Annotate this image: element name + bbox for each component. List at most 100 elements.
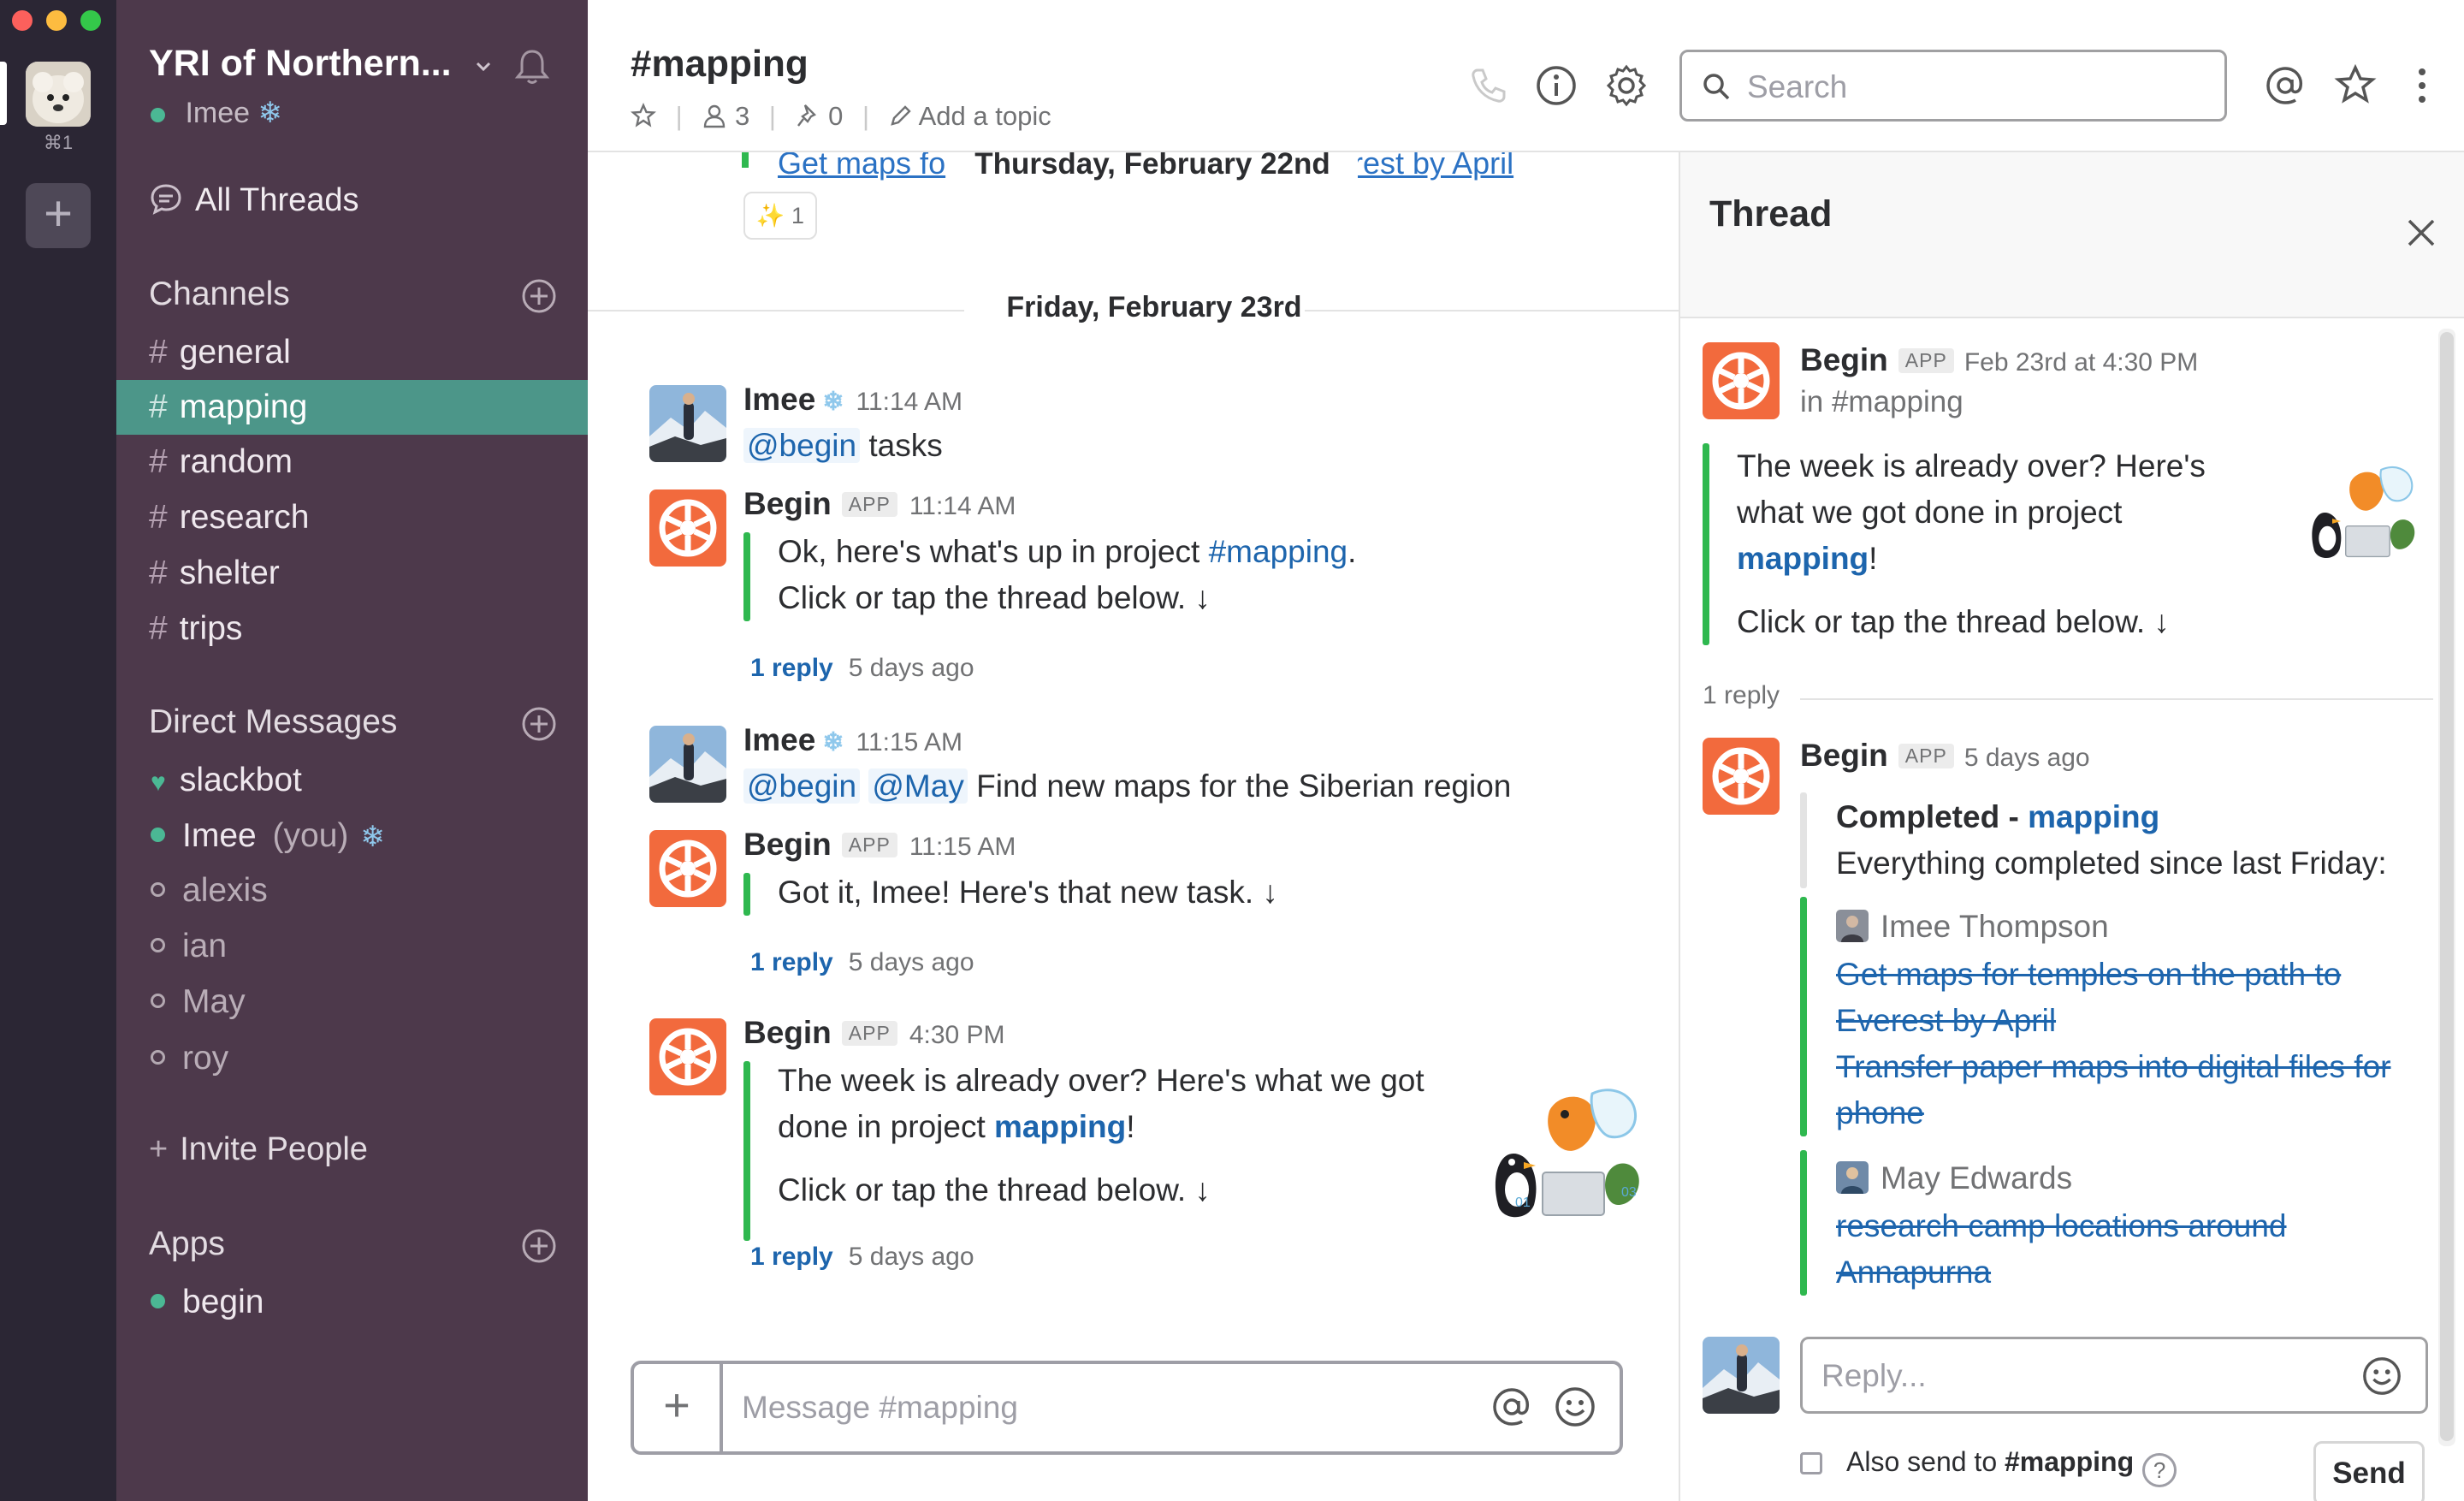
member-count[interactable]: 3	[735, 101, 749, 131]
team-name[interactable]: YRI of Northern...	[149, 43, 452, 85]
at-icon[interactable]	[2263, 63, 2307, 108]
reaction-badge[interactable]: ✨ 1	[743, 192, 817, 240]
sidebar-channel-trips[interactable]: # trips	[116, 602, 588, 656]
scrollbar-thumb[interactable]	[2440, 332, 2454, 1441]
author-name[interactable]: Begin	[743, 486, 832, 521]
app-begin[interactable]: begin	[116, 1275, 588, 1330]
begin-logo-icon[interactable]	[649, 830, 726, 907]
reply-count-link[interactable]: 1 reply	[750, 654, 833, 682]
plus-circle-icon[interactable]	[520, 705, 558, 743]
project-link[interactable]: mapping	[2028, 799, 2159, 834]
author-name[interactable]: Begin	[743, 1015, 832, 1050]
add-topic-link[interactable]: Add a topic	[919, 101, 1051, 131]
close-window-button[interactable]	[12, 10, 33, 31]
message-author[interactable]: Begin APP 4:30 PM	[743, 1015, 1005, 1051]
zoom-window-button[interactable]	[80, 10, 101, 31]
channels-header[interactable]: Channels	[149, 276, 290, 313]
reply-input[interactable]: Reply...	[1800, 1337, 2428, 1414]
message-composer[interactable]: + Message #mapping	[631, 1361, 1623, 1455]
message-time[interactable]: 5 days ago	[1964, 744, 2090, 772]
at-icon[interactable]	[1490, 1385, 1534, 1429]
thread-channel[interactable]: in #mapping	[1800, 385, 1964, 419]
begin-logo-icon[interactable]	[1703, 738, 1780, 815]
workspace-avatar[interactable]	[26, 62, 91, 127]
author-name[interactable]: Begin	[1800, 342, 1888, 377]
completed-task-link[interactable]: phone	[1836, 1090, 1924, 1136]
avatar[interactable]	[649, 726, 726, 803]
person-icon[interactable]	[702, 103, 727, 128]
mention-link[interactable]: @May	[868, 768, 968, 804]
completed-task-link[interactable]: Get maps for temples on the path to	[1836, 952, 2341, 998]
current-user[interactable]: Imee ❄	[151, 96, 282, 130]
begin-logo-icon[interactable]	[649, 1018, 726, 1095]
search-input[interactable]: Search	[1679, 50, 2227, 122]
plus-circle-icon[interactable]	[520, 1227, 558, 1265]
dm-alexis[interactable]: alexis	[116, 863, 588, 918]
completed-task-link[interactable]: Everest by April	[1836, 998, 2056, 1044]
dm-may[interactable]: May	[116, 975, 588, 1029]
emoji-icon[interactable]	[2360, 1355, 2403, 1397]
add-workspace-button[interactable]: +	[26, 183, 91, 248]
author-name[interactable]: Imee	[743, 382, 815, 417]
more-vertical-icon[interactable]	[2400, 63, 2444, 108]
begin-logo-icon[interactable]	[649, 489, 726, 567]
chevron-down-icon[interactable]	[474, 56, 493, 75]
pin-icon[interactable]	[796, 103, 821, 128]
message-author[interactable]: Imee ❄ 11:15 AM	[743, 722, 962, 758]
also-send-checkbox[interactable]	[1800, 1452, 1822, 1474]
avatar[interactable]	[1703, 1337, 1780, 1414]
message-author[interactable]: Begin APP 11:14 AM	[743, 486, 1016, 522]
mention-link[interactable]: @begin	[743, 428, 861, 463]
help-icon[interactable]: ?	[2142, 1453, 2177, 1487]
project-link[interactable]: mapping	[994, 1109, 1126, 1144]
message-time[interactable]: 11:14 AM	[909, 492, 1016, 520]
project-link[interactable]: mapping	[1737, 541, 1869, 576]
completed-task-link[interactable]: Annapurna	[1836, 1249, 1991, 1296]
plus-circle-icon[interactable]	[520, 277, 558, 315]
reply-count-link[interactable]: 1 reply	[750, 948, 833, 976]
phone-icon[interactable]	[1466, 63, 1510, 108]
minimize-window-button[interactable]	[46, 10, 67, 31]
message-author[interactable]: Begin APP 11:15 AM	[743, 827, 1016, 863]
message-author[interactable]: Begin APP Feb 23rd at 4:30 PM	[1800, 342, 2198, 378]
dm-ian[interactable]: ian	[116, 919, 588, 974]
message-time[interactable]: 4:30 PM	[909, 1021, 1005, 1049]
completed-task-link[interactable]: research camp locations around	[1836, 1203, 2287, 1249]
completed-task-link[interactable]: Transfer paper maps into digital files f…	[1836, 1044, 2390, 1090]
message-time[interactable]: 11:15 AM	[856, 728, 962, 756]
thread-replies[interactable]: 1 reply 5 days ago	[750, 654, 974, 683]
dm-roy[interactable]: roy	[116, 1031, 588, 1086]
author-name[interactable]: Begin	[743, 827, 832, 862]
message-time[interactable]: 11:15 AM	[909, 833, 1016, 861]
pinned-count[interactable]: 0	[828, 101, 843, 131]
apps-header[interactable]: Apps	[149, 1225, 225, 1263]
thread-scrollbar[interactable]	[2438, 329, 2455, 1446]
sidebar-channel-research[interactable]: # research	[116, 490, 588, 545]
sidebar-channel-general[interactable]: # general	[116, 325, 588, 380]
emoji-icon[interactable]	[1553, 1385, 1597, 1429]
previous-message-fragment[interactable]: Get maps fo	[778, 152, 945, 181]
author-name[interactable]: Imee	[743, 722, 815, 757]
star-icon[interactable]	[630, 103, 657, 128]
mention-link[interactable]: @begin	[743, 768, 861, 804]
send-button[interactable]: Send	[2313, 1441, 2425, 1501]
bell-icon[interactable]	[512, 46, 553, 87]
message-author[interactable]: Imee ❄ 11:14 AM	[743, 382, 962, 418]
close-icon[interactable]	[2404, 216, 2438, 250]
direct-messages-header[interactable]: Direct Messages	[149, 703, 397, 741]
reply-count-link[interactable]: 1 reply	[750, 1243, 833, 1271]
message-time[interactable]: 11:14 AM	[856, 388, 962, 416]
gear-icon[interactable]	[1604, 63, 1649, 108]
author-name[interactable]: Begin	[1800, 738, 1888, 773]
message-author[interactable]: Begin APP 5 days ago	[1800, 738, 2090, 774]
channel-title[interactable]: #mapping	[631, 43, 808, 86]
message-input[interactable]: Message #mapping	[742, 1390, 1018, 1426]
all-threads-link[interactable]: All Threads	[149, 181, 359, 219]
message-time[interactable]: Feb 23rd at 4:30 PM	[1964, 348, 2199, 377]
begin-logo-icon[interactable]	[1703, 342, 1780, 419]
sidebar-channel-mapping[interactable]: # mapping	[116, 380, 588, 435]
attach-plus-button[interactable]: +	[634, 1364, 723, 1451]
sidebar-channel-random[interactable]: # random	[116, 435, 588, 489]
invite-people-link[interactable]: + Invite People	[149, 1131, 368, 1168]
thread-replies[interactable]: 1 reply 5 days ago	[750, 1243, 974, 1272]
